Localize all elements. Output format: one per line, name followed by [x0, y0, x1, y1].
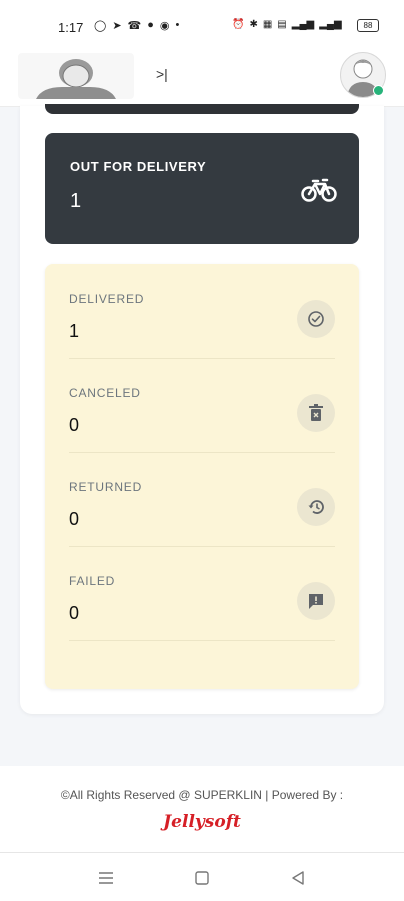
- whatsapp-icon: ☎: [127, 20, 142, 32]
- status-time: 1:17: [58, 20, 84, 35]
- status-row-returned[interactable]: RETURNED 0: [69, 452, 335, 547]
- out-for-delivery-count: 1: [70, 190, 82, 212]
- signal-icon: ▂▄▆: [319, 19, 342, 30]
- recent-apps-button[interactable]: [95, 867, 117, 889]
- menu-lines-icon: [99, 872, 113, 884]
- battery-icon: 88: [357, 19, 379, 32]
- status-label: RETURNED: [69, 480, 143, 494]
- check-circle-icon: [297, 300, 335, 338]
- status-count: 0: [69, 509, 80, 529]
- dot-icon: •: [175, 19, 180, 31]
- status-label: CANCELED: [69, 386, 141, 400]
- logo-figure-icon: [36, 59, 116, 99]
- status-row-delivered[interactable]: DELIVERED 1: [69, 264, 335, 359]
- status-label: FAILED: [69, 574, 116, 588]
- copyright-text: ©All Rights Reserved @ SUPERKLIN | Power…: [60, 788, 344, 802]
- status-row-canceled[interactable]: CANCELED 0: [69, 358, 335, 453]
- facebook-icon: ◉: [159, 20, 170, 32]
- trash-icon: [297, 394, 335, 432]
- signal-icon: ▂▄▆: [291, 19, 315, 30]
- whatsapp-icon: ◯: [94, 20, 107, 32]
- company-logo[interactable]: [18, 53, 134, 99]
- status-bar: 1:17 ◯ ➤ ☎ ● ◉ • ⏰ ✱ ▦ ▤ ▂▄▆ ▂▄▆ 88: [0, 0, 404, 40]
- bicycle-icon: [301, 178, 337, 202]
- square-icon: [195, 871, 209, 885]
- bluetooth-icon: ✱: [249, 19, 258, 30]
- status-count: 1: [69, 321, 80, 341]
- status-summary-card: DELIVERED 1 CANCELED 0 RETURNED 0 FAILED…: [45, 264, 359, 689]
- history-icon: [297, 488, 335, 526]
- system-icons: ⏰ ✱ ▦ ▤ ▂▄▆ ▂▄▆: [232, 19, 342, 30]
- page-footer: ©All Rights Reserved @ SUPERKLIN | Power…: [0, 766, 404, 852]
- previous-card: [45, 104, 359, 114]
- telegram-icon: ➤: [112, 20, 122, 32]
- notification-icons: ◯ ➤ ☎ ● ◉ •: [94, 19, 179, 32]
- jellysoft-brand-link[interactable]: Jellysoft: [0, 812, 404, 832]
- status-row-failed[interactable]: FAILED 0: [69, 546, 335, 641]
- status-label: DELIVERED: [69, 292, 145, 306]
- out-for-delivery-card[interactable]: OUT FOR DELIVERY 1: [45, 133, 359, 244]
- volte-icon: ▤: [277, 19, 287, 30]
- data-speed-icon: ▦: [262, 19, 273, 30]
- home-button[interactable]: [191, 867, 213, 889]
- android-navigation-bar: [0, 852, 404, 901]
- message-icon: ●: [147, 19, 154, 31]
- status-count: 0: [69, 603, 80, 623]
- sidebar-toggle-button[interactable]: >|: [156, 66, 168, 82]
- back-button[interactable]: [287, 867, 309, 889]
- feedback-icon: [297, 582, 335, 620]
- alarm-icon: ⏰: [232, 19, 245, 30]
- online-status-indicator: [373, 85, 384, 96]
- out-for-delivery-label: OUT FOR DELIVERY: [70, 159, 207, 174]
- back-triangle-icon: [292, 871, 304, 885]
- status-count: 0: [69, 415, 80, 435]
